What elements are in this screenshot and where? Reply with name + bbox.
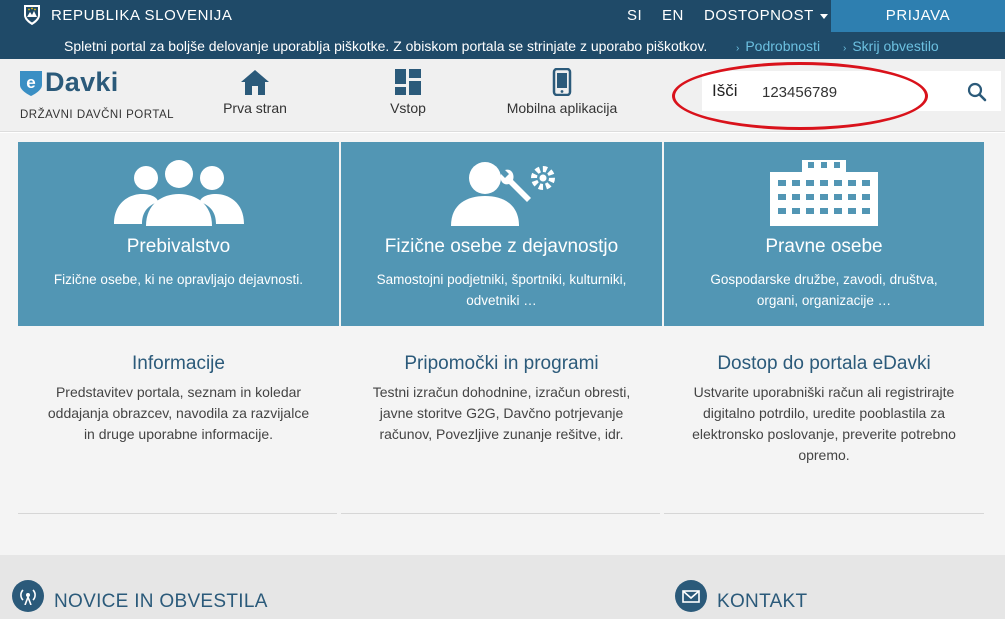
divider xyxy=(18,513,337,514)
cookie-details-link[interactable]: › Podrobnosti xyxy=(736,38,820,54)
tile-title: Fizične osebe z dejavnostjo xyxy=(384,236,619,257)
login-button[interactable]: PRIJAVA xyxy=(831,0,1005,33)
cookie-hide-link[interactable]: › Skrij obvestilo xyxy=(843,38,939,54)
tile-prebivalstvo[interactable]: Prebivalstvo Fizične osebe, ki ne opravl… xyxy=(18,142,339,326)
info-title-link[interactable]: Informacije xyxy=(18,353,339,375)
people-icon xyxy=(113,160,244,226)
logo-subtitle: DRŽAVNI DAVČNI PORTAL xyxy=(20,109,175,121)
nav-mobile-app[interactable]: Mobilna aplikacija xyxy=(503,68,621,116)
tile-fizicne-osebe-z-dejavnostjo[interactable]: Fizične osebe z dejavnostjo Samostojni p… xyxy=(341,142,662,326)
slovenia-crest-icon xyxy=(24,5,40,25)
contact-section-title: KONTAKT xyxy=(717,591,808,612)
info-title-link[interactable]: Pripomočki in programi xyxy=(341,353,662,375)
search-input[interactable] xyxy=(762,82,962,102)
tile-description: Gospodarske družbe, zavodi, društva, org… xyxy=(710,272,938,308)
svg-text:e: e xyxy=(26,73,35,92)
tile-description: Fizične osebe, ki ne opravljajo dejavnos… xyxy=(53,272,304,287)
accessibility-label: DOSTOPNOST xyxy=(704,7,814,24)
country-name: REPUBLIKA SLOVENIJA xyxy=(51,7,233,24)
main-content: Prebivalstvo Fizične osebe, ki ne opravl… xyxy=(0,133,1005,555)
nav-vstop[interactable]: Vstop xyxy=(371,68,445,116)
tile-title: Prebivalstvo xyxy=(126,236,231,257)
cookie-hide-label: Skrij obvestilo xyxy=(852,38,939,54)
chevron-down-icon xyxy=(819,13,828,19)
info-description: Ustvarite uporabniški račun ali registri… xyxy=(692,384,956,463)
search-icon[interactable] xyxy=(966,81,988,103)
envelope-icon xyxy=(675,580,707,612)
top-bar: REPUBLIKA SLOVENIJA SI EN DOSTOPNOST PRI… xyxy=(0,0,1005,33)
search-box: Išči xyxy=(702,71,1001,111)
info-description: Predstavitev portala, seznam in koledar … xyxy=(47,384,310,442)
mobile-icon xyxy=(552,68,572,96)
broadcast-icon xyxy=(12,580,44,612)
info-title-link[interactable]: Dostop do portala eDavki xyxy=(664,353,984,375)
cookie-notice: Spletni portal za boljše delovanje upora… xyxy=(0,32,1005,59)
divider xyxy=(664,513,984,514)
logo-name: Davki xyxy=(45,67,119,97)
tile-title: Pravne osebe xyxy=(765,236,883,257)
nav-vstop-label: Vstop xyxy=(390,100,426,116)
nav-home-label: Prva stran xyxy=(223,100,287,116)
home-icon xyxy=(241,70,269,95)
person-gears-icon xyxy=(450,162,555,226)
language-si-link[interactable]: SI xyxy=(627,7,642,24)
cookie-message: Spletni portal za boljše delovanje upora… xyxy=(64,38,708,54)
info-pripomocki: Pripomočki in programi Testni izračun do… xyxy=(341,353,662,445)
chevron-right-icon: › xyxy=(736,43,740,54)
tile-pravne-osebe[interactable]: Pravne osebe Gospodarske družbe, zavodi,… xyxy=(664,142,984,326)
chevron-right-icon: › xyxy=(843,43,847,54)
building-icon xyxy=(770,160,878,226)
search-label: Išči xyxy=(712,81,738,100)
news-section-title: NOVICE IN OBVESTILA xyxy=(54,591,268,612)
edavki-e-icon: e xyxy=(20,71,42,96)
nav-mobile-label: Mobilna aplikacija xyxy=(506,100,618,116)
accessibility-dropdown[interactable]: DOSTOPNOST xyxy=(704,7,828,24)
cookie-details-label: Podrobnosti xyxy=(745,38,821,54)
tile-description: Samostojni podjetniki, športniki, kultur… xyxy=(376,272,627,308)
divider xyxy=(341,513,660,514)
grid-icon xyxy=(395,69,421,95)
nav-home[interactable]: Prva stran xyxy=(218,68,292,116)
site-header: e Davki DRŽAVNI DAVČNI PORTAL Prva stran… xyxy=(0,59,1005,132)
info-dostop: Dostop do portala eDavki Ustvarite upora… xyxy=(664,353,984,466)
bottom-sections: NOVICE IN OBVESTILA KONTAKT xyxy=(0,555,1005,619)
language-en-link[interactable]: EN xyxy=(662,7,684,24)
info-description: Testni izračun dohodnine, izračun obrest… xyxy=(372,384,631,442)
info-informacije: Informacije Predstavitev portala, seznam… xyxy=(18,353,339,445)
